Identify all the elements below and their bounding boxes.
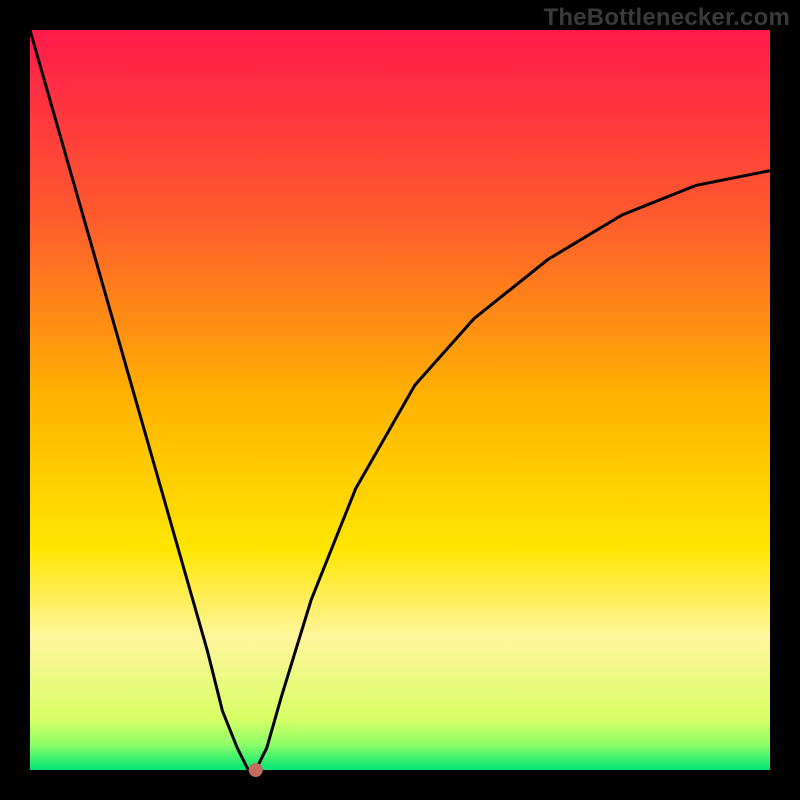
- chart-frame: TheBottlenecker.com: [0, 0, 800, 800]
- watermark-text: TheBottlenecker.com: [543, 4, 790, 32]
- bottleneck-chart: [0, 0, 800, 800]
- optimum-marker: [249, 763, 263, 777]
- gradient-plot-area: [30, 30, 770, 770]
